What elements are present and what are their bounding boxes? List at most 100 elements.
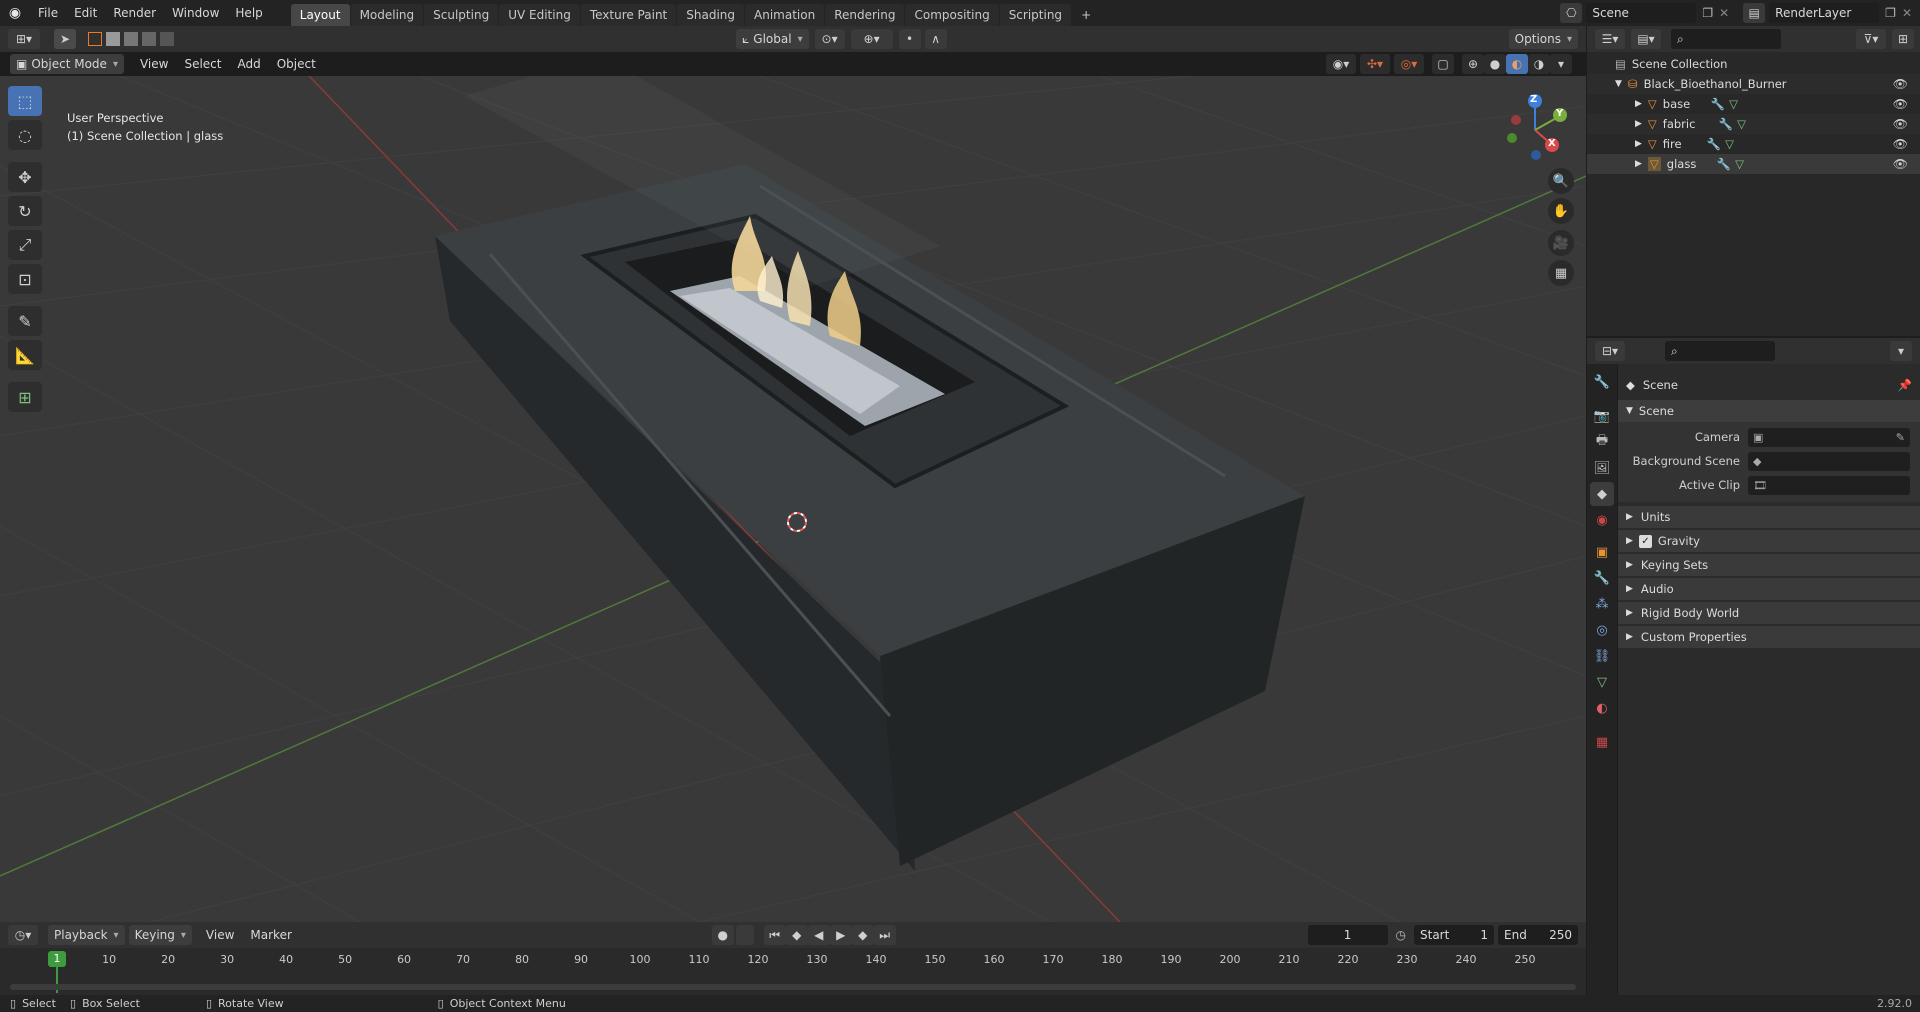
modifiers-tab-icon[interactable]: 🔧 [1590,566,1614,590]
view-layer-tab-icon[interactable]: 🖼 [1590,456,1614,480]
xray-icon[interactable]: ▢ [1432,54,1454,74]
tab-rendering[interactable]: Rendering [825,4,905,26]
visibility-eye-icon[interactable]: 👁 [1893,77,1908,91]
expand-icon[interactable]: ▶ [1635,159,1642,169]
scene-tab-icon[interactable]: ◆ [1590,482,1614,506]
shading-options-icon[interactable]: ▾ [1550,54,1572,74]
scene-panel-header[interactable]: ▼ Scene [1618,400,1920,422]
tab-sculpting[interactable]: Sculpting [424,4,499,26]
tab-scripting[interactable]: Scripting [999,4,1072,26]
measure-tool-icon[interactable]: 📐 [8,340,42,370]
filter-icon[interactable]: ⊽▾ [1856,29,1886,49]
select-box-tool-icon[interactable]: ⬚ [8,86,42,116]
expand-icon[interactable]: ▶ [1635,119,1642,129]
select-mode-extend-icon[interactable] [106,32,120,46]
keying-dropdown[interactable]: Keying [128,925,192,945]
jump-start-icon[interactable]: ⏮ [763,925,786,945]
properties-editor-type-icon[interactable]: ⊟▾ [1595,341,1625,361]
outliner-row-collection[interactable]: ▼ ⛁ Black_Bioethanol_Burner 👁 [1587,74,1920,94]
visibility-icon[interactable]: ◉▾ [1326,54,1356,74]
timeline-scrollbar[interactable] [10,984,1576,990]
properties-options-icon[interactable]: ▾ [1890,341,1912,361]
tab-texture-paint[interactable]: Texture Paint [580,4,677,26]
perspective-toggle-icon[interactable]: ▦ [1548,260,1574,286]
menu-select[interactable]: Select [176,57,229,71]
3d-viewport[interactable]: User Perspective (1) Scene Collection | … [0,76,1586,922]
add-workspace-icon[interactable]: + [1072,4,1100,26]
pivot-point-icon[interactable]: ⊙▾ [814,29,845,49]
tool-tab-icon[interactable]: 🔧 [1590,370,1614,394]
scene-copy-icon[interactable]: ❐ [1702,6,1713,20]
scene-name-field[interactable]: Scene [1586,3,1697,23]
active-clip-field[interactable]: 🎞 [1748,475,1910,495]
options-dropdown[interactable]: Options [1508,29,1579,49]
background-scene-field[interactable]: ◆ [1748,451,1910,471]
menu-help[interactable]: Help [227,6,270,20]
overlays-icon[interactable]: ◎▾ [1394,54,1424,74]
timeline-menu-view[interactable]: View [198,928,242,942]
data-tab-icon[interactable]: ▽ [1590,670,1614,694]
select-tool-icon[interactable]: ➤ [54,29,76,49]
play-icon[interactable]: ▶ [829,925,852,945]
play-reverse-icon[interactable]: ◀ [807,925,830,945]
select-mode-intersect-icon[interactable] [160,32,174,46]
start-frame-field[interactable]: Start 1 [1414,925,1494,945]
panel-expand-icon[interactable]: ▶ [1626,608,1633,618]
menu-add[interactable]: Add [229,57,268,71]
display-mode-icon[interactable]: ▤▾ [1631,29,1661,49]
visibility-eye-icon[interactable]: 👁 [1893,117,1908,131]
scale-tool-icon[interactable]: ⤢ [8,230,42,260]
autokey-options-icon[interactable] [735,925,754,945]
outliner-row-glass[interactable]: ▶ ▽ glass 🔧 ▽ 👁 [1587,154,1920,174]
panel-expand-icon[interactable]: ▶ [1626,560,1633,570]
constraints-tab-icon[interactable]: ⛓ [1590,644,1614,668]
navigation-gizmo[interactable]: Z Y X [1498,90,1576,170]
select-mode-subtract-icon[interactable] [124,32,138,46]
annotate-tool-icon[interactable]: ✎ [8,306,42,336]
timeline-area[interactable]: 10 20 30 40 50 60 70 80 90 100 110 120 130 140 150 160 1… [0,948,1586,995]
audio-panel-header[interactable]: ▶ Audio [1618,578,1920,600]
rotate-tool-icon[interactable]: ↻ [8,196,42,226]
keying-sets-panel-header[interactable]: ▶ Keying Sets [1618,554,1920,576]
expand-icon[interactable]: ▶ [1635,139,1642,149]
new-collection-icon[interactable]: ⊞ [1892,29,1914,49]
zoom-icon[interactable]: 🔍 [1548,168,1574,194]
physics-tab-icon[interactable]: ◎ [1590,618,1614,642]
timeline-editor-type-icon[interactable]: ◷▾ [8,925,38,945]
select-mode-invert-icon[interactable] [142,32,156,46]
panel-expand-icon[interactable]: ▶ [1626,584,1633,594]
tab-modeling[interactable]: Modeling [350,4,424,26]
scene-selector-icon[interactable]: ⎔ [1560,3,1583,23]
texture-tab-icon[interactable]: ▦ [1590,730,1614,754]
material-tab-icon[interactable]: ◐ [1590,696,1614,720]
menu-object[interactable]: Object [269,57,324,71]
pan-hand-icon[interactable]: ✋ [1548,198,1574,224]
visibility-eye-icon[interactable]: 👁 [1893,157,1908,171]
object-mode-dropdown[interactable]: ▣ Object Mode [10,54,124,74]
visibility-eye-icon[interactable]: 👁 [1893,97,1908,111]
expand-icon[interactable]: ▶ [1635,99,1642,109]
menu-edit[interactable]: Edit [66,6,105,20]
outliner-row-base[interactable]: ▶ ▽ base 🔧 ▽ 👁 [1587,94,1920,114]
object-tab-icon[interactable]: ▣ [1590,540,1614,564]
solid-shading-icon[interactable]: ● [1484,54,1506,74]
camera-field[interactable]: ▣ ✎ [1748,427,1910,447]
gravity-checkbox[interactable]: ✓ [1638,534,1652,548]
menu-view[interactable]: View [132,57,176,71]
next-keyframe-icon[interactable]: ◆ [851,925,874,945]
render-tab-icon[interactable]: 📷 [1590,404,1614,428]
material-shading-icon[interactable]: ◐ [1506,54,1528,74]
snap-icon[interactable]: ⊕▾ [850,29,893,49]
properties-search-input[interactable]: ⌕ [1665,341,1775,361]
prev-keyframe-icon[interactable]: ◆ [785,925,808,945]
rigid-body-world-panel-header[interactable]: ▶ Rigid Body World [1618,602,1920,624]
jump-end-icon[interactable]: ⏭ [873,925,896,945]
menu-render[interactable]: Render [105,6,164,20]
particles-tab-icon[interactable]: ⁂ [1590,592,1614,616]
blender-logo-icon[interactable]: ◉ [0,5,30,21]
menu-window[interactable]: Window [164,6,227,20]
tab-compositing[interactable]: Compositing [905,4,999,26]
proportional-falloff-icon[interactable]: ∧ [924,29,947,49]
output-tab-icon[interactable]: 🖶 [1590,430,1614,454]
outliner-row-fire[interactable]: ▶ ▽ fire 🔧 ▽ 👁 [1587,134,1920,154]
